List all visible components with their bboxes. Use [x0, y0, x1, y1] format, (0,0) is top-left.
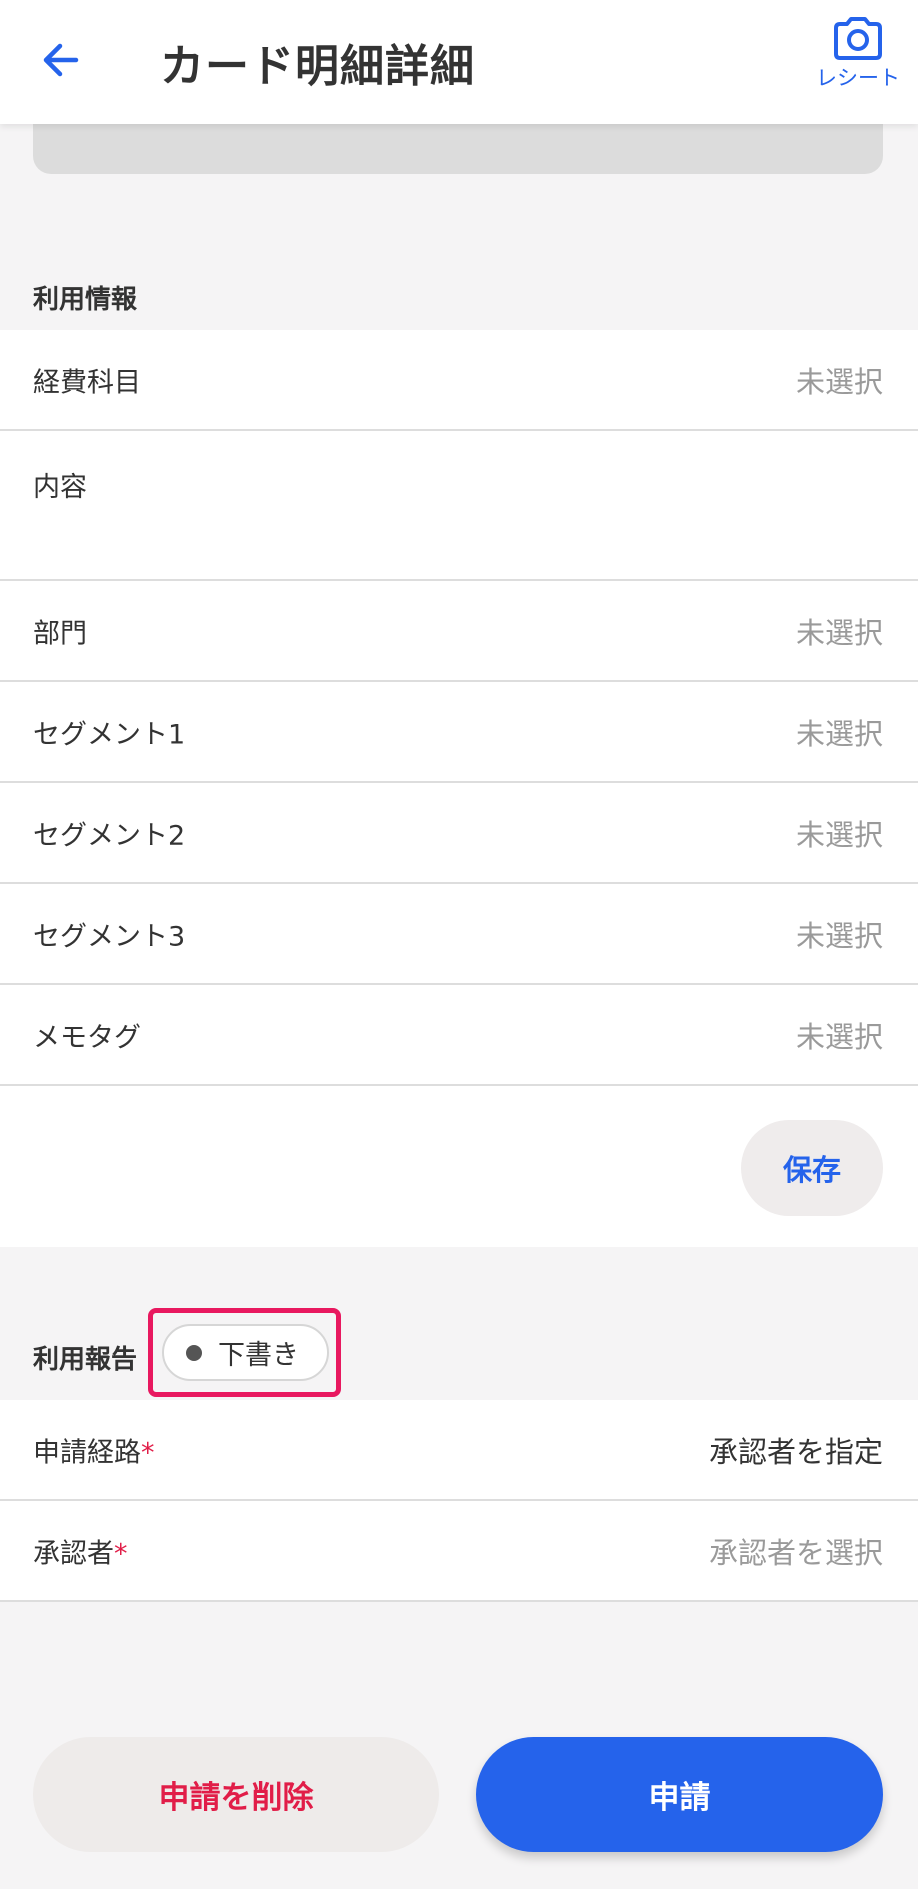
expense-account-row[interactable]: 経費科目 未選択: [0, 330, 918, 431]
row-value: 未選択: [795, 364, 883, 399]
row-value: 未選択: [795, 1019, 883, 1054]
receipt-button[interactable]: レシート: [808, 16, 908, 108]
content-row[interactable]: 内容: [0, 431, 918, 581]
row-label: 申請経路*: [33, 1430, 155, 1469]
receipt-label: レシート: [816, 66, 900, 90]
row-label: メモタグ: [33, 1022, 141, 1053]
usage-report-list: 申請経路* 承認者を指定 承認者* 承認者を選択: [0, 1400, 918, 1602]
segment2-row[interactable]: セグメント2 未選択: [0, 783, 918, 884]
row-value: 未選択: [795, 918, 883, 953]
camera-icon: [834, 17, 882, 60]
row-label: 内容: [33, 472, 87, 503]
memo-tag-row[interactable]: メモタグ 未選択: [0, 985, 918, 1086]
segment1-row[interactable]: セグメント1 未選択: [0, 682, 918, 783]
row-value: 未選択: [795, 615, 883, 650]
status-dot-icon: [186, 1344, 202, 1361]
apply-button[interactable]: 申請: [476, 1737, 883, 1852]
page-title: カード明細詳細: [160, 41, 475, 92]
status-text: 下書き: [218, 1340, 299, 1371]
save-button[interactable]: 保存: [741, 1120, 883, 1216]
row-value: 未選択: [795, 716, 883, 751]
back-button[interactable]: [34, 34, 86, 86]
delete-application-button[interactable]: 申請を削除: [33, 1737, 439, 1852]
status-highlight: 下書き: [148, 1308, 341, 1397]
save-area: 保存: [0, 1086, 918, 1247]
row-label: セグメント2: [33, 820, 186, 851]
row-label: セグメント1: [33, 719, 186, 750]
segment3-row[interactable]: セグメント3 未選択: [0, 884, 918, 985]
row-label: 承認者*: [33, 1531, 128, 1570]
route-label: 申請経路: [33, 1437, 141, 1468]
row-label: 経費科目: [33, 367, 141, 398]
status-badge: 下書き: [162, 1324, 329, 1381]
row-value: 未選択: [795, 817, 883, 852]
usage-report-title: 利用報告: [33, 1345, 138, 1375]
required-mark: *: [141, 1437, 155, 1468]
usage-info-title: 利用情報: [33, 285, 138, 315]
row-value: 承認者を指定: [708, 1434, 883, 1469]
row-label: 部門: [33, 618, 87, 649]
approver-row[interactable]: 承認者* 承認者を選択: [0, 1501, 918, 1602]
app-header: カード明細詳細 レシート: [0, 0, 918, 124]
department-row[interactable]: 部門 未選択: [0, 581, 918, 682]
row-value: 承認者を選択: [708, 1535, 883, 1570]
row-label: セグメント3: [33, 921, 186, 952]
arrow-left-icon: [43, 43, 79, 77]
usage-info-list: 経費科目 未選択 内容 部門 未選択 セグメント1 未選択 セグメント2 未選択…: [0, 330, 918, 1247]
approval-route-row[interactable]: 申請経路* 承認者を指定: [0, 1400, 918, 1501]
required-mark: *: [114, 1538, 128, 1569]
approver-label: 承認者: [33, 1538, 114, 1569]
